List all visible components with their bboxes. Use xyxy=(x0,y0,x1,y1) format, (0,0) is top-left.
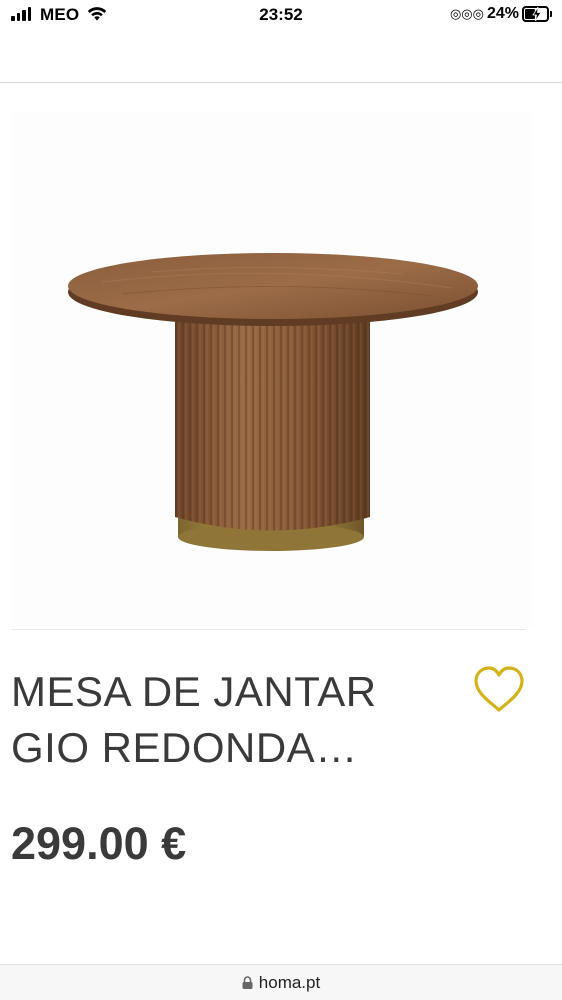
heart-icon[interactable] xyxy=(470,663,528,715)
browser-url-bar[interactable]: homa.pt xyxy=(0,964,562,1000)
status-bar: MEO 23:52 ◎◎◎ 24% xyxy=(0,0,562,32)
product-title[interactable]: MESA DE JANTAR GIO REDONDA… xyxy=(11,664,441,776)
activity-rings-icon: ◎◎◎ xyxy=(449,6,484,21)
image-divider xyxy=(12,629,526,630)
battery-percent: 24% xyxy=(486,5,519,22)
url-text: homa.pt xyxy=(258,973,321,992)
product-price: 299.00 € xyxy=(11,818,187,869)
battery-icon xyxy=(522,6,552,22)
product-title-line-2: GIO REDONDA… xyxy=(11,724,358,771)
product-image[interactable] xyxy=(12,112,532,627)
status-right-group: ◎◎◎ 24% xyxy=(450,5,552,23)
product-title-line-1: MESA DE JANTAR xyxy=(11,668,377,715)
lock-icon xyxy=(242,976,253,989)
header-divider xyxy=(0,82,562,83)
